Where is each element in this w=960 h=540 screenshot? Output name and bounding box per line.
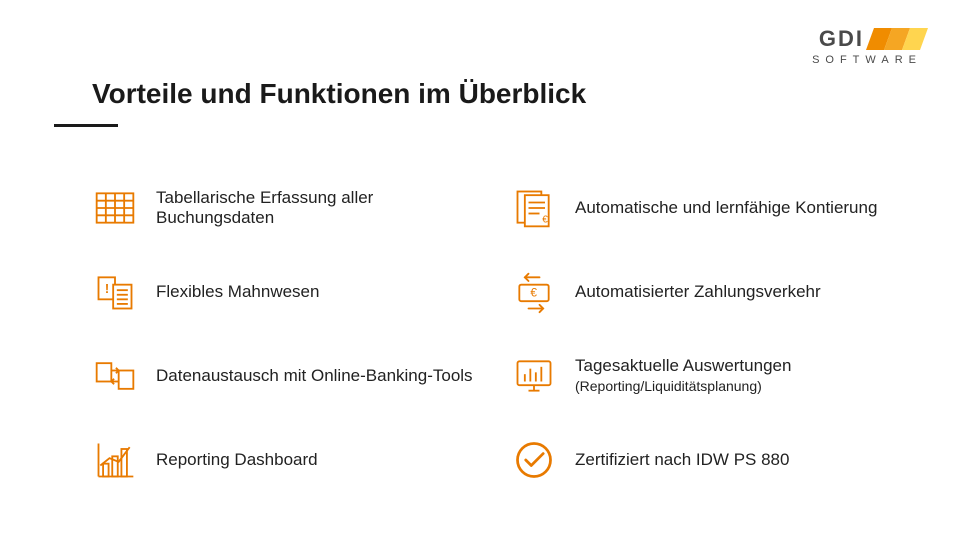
- feature-grid: Tabellarische Erfassung aller Buchungsda…: [92, 180, 900, 488]
- feature-label: Flexibles Mahnwesen: [156, 282, 319, 302]
- feature-item: Datenaustausch mit Online-Banking-Tools: [92, 348, 481, 404]
- feature-label: Reporting Dashboard: [156, 450, 318, 470]
- payments-icon: €: [511, 269, 557, 315]
- brand-logo: GDI SOFTWARE: [812, 26, 924, 66]
- feature-label: Automatische und lernfähige Kontierung: [575, 198, 877, 218]
- svg-text:!: !: [105, 281, 109, 296]
- exchange-icon: [92, 353, 138, 399]
- feature-item: Tagesaktuelle Auswertungen(Reporting/Liq…: [511, 348, 900, 404]
- feature-label: Tabellarische Erfassung aller Buchungsda…: [156, 188, 481, 229]
- invoice-icon: €: [511, 185, 557, 231]
- brand-sub: SOFTWARE: [812, 54, 922, 66]
- bars-icon: [92, 437, 138, 483]
- page-title: Vorteile und Funktionen im Überblick: [92, 78, 586, 110]
- feature-item: Zertifiziert nach IDW PS 880: [511, 432, 900, 488]
- feature-item: Tabellarische Erfassung aller Buchungsda…: [92, 180, 481, 236]
- feature-item: ! Flexibles Mahnwesen: [92, 264, 481, 320]
- svg-text:€: €: [530, 286, 537, 300]
- feature-label: Zertifiziert nach IDW PS 880: [575, 450, 789, 470]
- feature-label: Datenaustausch mit Online-Banking-Tools: [156, 366, 473, 386]
- feature-item: € Automatisierter Zahlungsverkehr: [511, 264, 900, 320]
- dunning-icon: !: [92, 269, 138, 315]
- table-icon: [92, 185, 138, 231]
- svg-text:€: €: [542, 215, 548, 226]
- screen-chart-icon: [511, 353, 557, 399]
- brand-name: GDI: [819, 26, 864, 52]
- feature-label: Tagesaktuelle Auswertungen(Reporting/Liq…: [575, 356, 791, 397]
- feature-label: Automatisierter Zahlungsverkehr: [575, 282, 821, 302]
- feature-item: Reporting Dashboard: [92, 432, 481, 488]
- title-accent: [54, 124, 118, 127]
- check-icon: [511, 437, 557, 483]
- feature-item: € Automatische und lernfähige Kontierung: [511, 180, 900, 236]
- brand-bars-icon: [870, 28, 924, 50]
